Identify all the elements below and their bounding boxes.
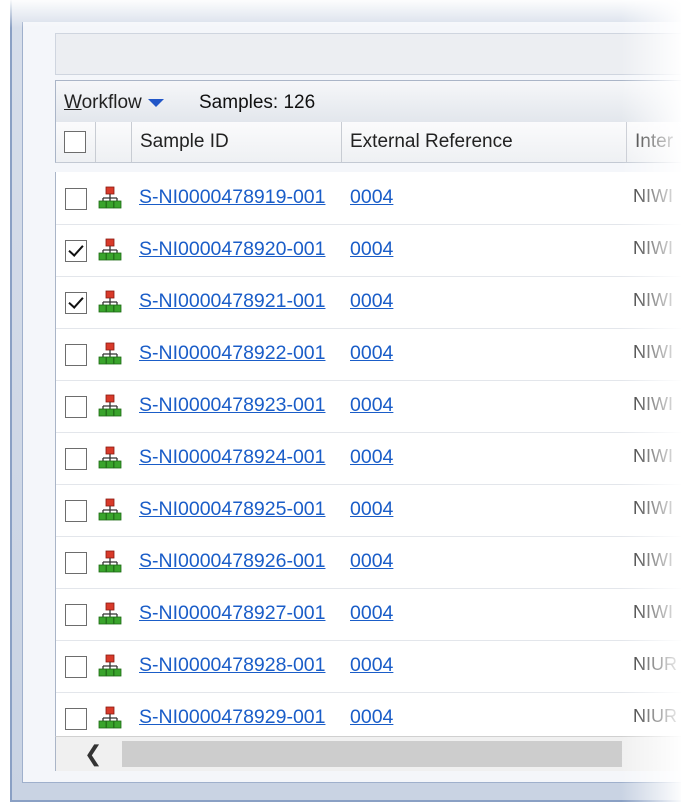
internal-cell: NIWI [633,394,673,414]
external-reference-link[interactable]: 0004 [350,498,393,521]
header-icon-cell [96,122,132,162]
row-checkbox[interactable] [65,396,87,418]
table-row[interactable]: S-NI0000478927-001 0004 NIWI [56,588,681,641]
dropdown-arrow-icon [147,98,164,107]
workflow-hierarchy-icon[interactable] [98,498,122,522]
horizontal-scrollbar[interactable]: ❮ [55,736,681,771]
sample-id-link[interactable]: S-NI0000478925-001 [139,498,325,521]
row-checkbox[interactable] [65,240,87,262]
external-reference-link[interactable]: 0004 [350,654,393,677]
grid-toolbar: Workflow Samples: 126 [55,80,681,124]
grid-body: S-NI0000478919-001 0004 NIWI S-NI0000478920… [55,172,681,736]
select-all-checkbox[interactable] [64,131,86,153]
table-row[interactable]: S-NI0000478925-001 0004 NIWI [56,484,681,537]
workflow-hierarchy-icon[interactable] [98,186,122,210]
workflow-hierarchy-icon[interactable] [98,706,122,730]
scrollbar-thumb[interactable] [122,741,622,767]
workflow-hierarchy-icon[interactable] [98,602,122,626]
sample-id-link[interactable]: S-NI0000478924-001 [139,446,325,469]
table-row[interactable]: S-NI0000478919-001 0004 NIWI [56,172,681,225]
row-checkbox[interactable] [65,500,87,522]
workflow-menu-button[interactable]: Workflow [64,92,164,114]
table-row[interactable]: S-NI0000478928-001 0004 NIUR [56,640,681,693]
internal-cell: NIWI [633,342,673,362]
internal-cell: NIWI [633,290,673,310]
row-checkbox[interactable] [65,448,87,470]
chevron-left-icon[interactable]: ❮ [84,742,102,767]
table-row[interactable]: S-NI0000478926-001 0004 NIWI [56,536,681,589]
internal-cell: NIWI [633,186,673,206]
workflow-hierarchy-icon[interactable] [98,446,122,470]
workflow-hierarchy-icon[interactable] [98,342,122,366]
sample-id-link[interactable]: S-NI0000478921-001 [139,290,325,313]
table-row[interactable]: S-NI0000478929-001 0004 NIUR [56,692,681,736]
internal-cell: NIUR [633,654,677,674]
external-reference-link[interactable]: 0004 [350,706,393,729]
external-reference-link[interactable]: 0004 [350,602,393,625]
table-row[interactable]: S-NI0000478922-001 0004 NIWI [56,328,681,381]
table-row[interactable]: S-NI0000478924-001 0004 NIWI [56,432,681,485]
internal-cell: NIUR [633,706,677,726]
row-checkbox[interactable] [65,708,87,730]
row-checkbox[interactable] [65,656,87,678]
internal-cell: NIWI [633,238,673,258]
external-reference-link[interactable]: 0004 [350,186,393,209]
external-reference-link[interactable]: 0004 [350,446,393,469]
header-select-cell [56,122,96,162]
workflow-accelerator: W [64,92,82,113]
sample-id-link[interactable]: S-NI0000478923-001 [139,394,325,417]
sample-id-link[interactable]: S-NI0000478927-001 [139,602,325,625]
row-checkbox[interactable] [65,344,87,366]
column-header-internal[interactable]: Inter [627,122,681,162]
sample-id-link[interactable]: S-NI0000478920-001 [139,238,325,261]
external-reference-link[interactable]: 0004 [350,290,393,313]
table-row[interactable]: S-NI0000478920-001 0004 NIWI [56,224,681,277]
sample-id-link[interactable]: S-NI0000478919-001 [139,186,325,209]
row-checkbox[interactable] [65,604,87,626]
grid-header: Sample ID External Reference Inter [55,122,681,163]
workflow-hierarchy-icon[interactable] [98,290,122,314]
row-checkbox[interactable] [65,188,87,210]
external-reference-link[interactable]: 0004 [350,238,393,261]
internal-cell: NIWI [633,550,673,570]
row-checkbox[interactable] [65,292,87,314]
workflow-hierarchy-icon[interactable] [98,394,122,418]
external-reference-link[interactable]: 0004 [350,550,393,573]
samples-count: Samples: 126 [199,92,316,113]
table-row[interactable]: S-NI0000478921-001 0004 NIWI [56,276,681,329]
sample-id-link[interactable]: S-NI0000478928-001 [139,654,325,677]
column-header-sample-id[interactable]: Sample ID [132,122,342,162]
top-bar [55,33,681,75]
internal-cell: NIWI [633,446,673,466]
internal-cell: NIWI [633,602,673,622]
workflow-label: orkflow [81,92,142,113]
row-checkbox[interactable] [65,552,87,574]
external-reference-link[interactable]: 0004 [350,394,393,417]
workflow-hierarchy-icon[interactable] [98,550,122,574]
external-reference-link[interactable]: 0004 [350,342,393,365]
sample-id-link[interactable]: S-NI0000478922-001 [139,342,325,365]
sample-id-link[interactable]: S-NI0000478929-001 [139,706,325,729]
table-row[interactable]: S-NI0000478923-001 0004 NIWI [56,380,681,433]
sample-id-link[interactable]: S-NI0000478926-001 [139,550,325,573]
workflow-hierarchy-icon[interactable] [98,238,122,262]
column-header-external-reference[interactable]: External Reference [342,122,627,162]
workflow-hierarchy-icon[interactable] [98,654,122,678]
internal-cell: NIWI [633,498,673,518]
